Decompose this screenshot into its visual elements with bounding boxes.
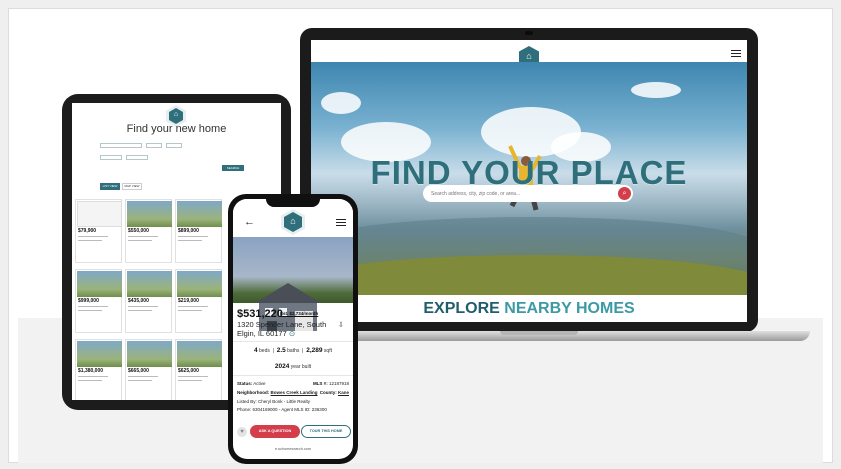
laptop-header: ⌂ bbox=[311, 40, 747, 70]
back-arrow-icon[interactable]: ← bbox=[244, 216, 255, 228]
county-link[interactable]: Kane bbox=[338, 390, 349, 395]
listing-card[interactable]: $625,000 bbox=[175, 339, 222, 400]
menu-icon[interactable] bbox=[731, 50, 741, 59]
tablet-view-tabs: LIST VIEW MAP VIEW bbox=[100, 183, 160, 190]
hero-search-input[interactable] bbox=[423, 185, 633, 202]
heart-icon[interactable]: ♥ bbox=[237, 427, 247, 437]
tab-list-view[interactable]: LIST VIEW bbox=[100, 183, 120, 190]
search-icon[interactable]: ⌕ bbox=[618, 187, 631, 200]
phone-screen: ← ⌂ $531,220 Est. $2,734/month 1320 Spen… bbox=[233, 199, 353, 459]
tablet-search-button[interactable]: SEARCH bbox=[222, 165, 244, 171]
listing-card[interactable]: $999,000 bbox=[75, 269, 122, 333]
laptop-camera bbox=[525, 31, 533, 35]
neighborhood-link[interactable]: Bowes Creek Landing bbox=[271, 390, 318, 395]
tablet-location-field[interactable] bbox=[100, 143, 142, 148]
listing-photo[interactable] bbox=[233, 237, 353, 331]
tour-home-button[interactable]: TOUR THIS HOME bbox=[301, 425, 351, 438]
listing-address: 1320 Spencer Lane, South Elgin, IL 60177… bbox=[237, 320, 327, 339]
listing-card[interactable]: $550,000 bbox=[125, 199, 172, 263]
laptop-screen: ⌂ FIND YOUR PLACE ⌕ EXPLORE NEARBY HOMES bbox=[311, 40, 747, 322]
tablet-baths-field[interactable] bbox=[126, 155, 148, 160]
menu-icon[interactable] bbox=[336, 219, 346, 228]
tab-map-view[interactable]: MAP VIEW bbox=[122, 183, 142, 190]
listing-card[interactable]: $435,000 bbox=[125, 269, 172, 333]
site-url: e.schomesearch.com bbox=[274, 447, 312, 451]
action-bar: ♥ ASK A QUESTION TOUR THIS HOME bbox=[235, 424, 351, 440]
agent-phone: Phone: 6304169000 - Agent MLS ID: 236300 bbox=[237, 407, 327, 412]
tablet-max-price-field[interactable] bbox=[166, 143, 182, 148]
share-icon[interactable]: ⇩ bbox=[338, 321, 344, 329]
status-row: Status: Active MLS #: 12187918 bbox=[237, 381, 349, 386]
listing-price: $531,220 bbox=[237, 308, 283, 320]
listing-card[interactable]: $1,380,000 bbox=[75, 339, 122, 400]
listing-card[interactable]: $219,000 bbox=[175, 269, 222, 333]
explore-heading: EXPLORE NEARBY HOMES bbox=[311, 295, 747, 322]
hero-banner: FIND YOUR PLACE ⌕ bbox=[311, 62, 747, 295]
tablet-page-title: Find your new home bbox=[126, 123, 227, 135]
ask-question-button[interactable]: ASK A QUESTION bbox=[250, 425, 300, 438]
laptop-hinge-notch bbox=[500, 331, 578, 335]
map-pin-icon[interactable]: ⊙ bbox=[289, 329, 295, 338]
listing-card[interactable]: $899,000 bbox=[175, 199, 222, 263]
phone-notch bbox=[266, 199, 320, 207]
tablet-min-price-field[interactable] bbox=[146, 143, 162, 148]
neighborhood-row: Neighborhood: Bowes Creek Landing County… bbox=[237, 390, 349, 395]
listed-by: Listed By: Cheryl Bonk - Little Realty bbox=[237, 399, 311, 404]
listing-card[interactable]: $665,000 bbox=[125, 339, 172, 400]
monthly-estimate-link[interactable]: Est. $2,734/month bbox=[280, 311, 318, 316]
home-logo-icon[interactable]: ⌂ bbox=[281, 209, 305, 235]
year-built: 2024 year built bbox=[274, 363, 312, 370]
listing-stats: 4 beds | 2.5 baths | 2,289 sqft bbox=[254, 347, 332, 354]
listing-card[interactable]: $79,900 bbox=[75, 199, 122, 263]
tablet-beds-field[interactable] bbox=[100, 155, 122, 160]
